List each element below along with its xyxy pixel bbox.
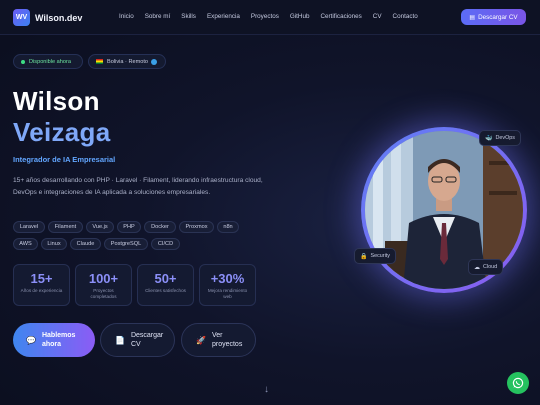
- nav-item-inicio[interactable]: Inicio: [119, 13, 134, 20]
- stat-label: Proyectos completados: [90, 288, 117, 299]
- role-title: Integrador de IA Empresarial: [13, 155, 116, 164]
- status-dot-icon: [21, 59, 25, 64]
- nav-item-certificaciones[interactable]: Certificaciones: [320, 13, 361, 20]
- skill-chip: PHP: [117, 221, 141, 233]
- stat-card: 15+ Años de experiencia: [13, 264, 70, 306]
- first-name: Wilson: [13, 86, 100, 116]
- whatsapp-icon: [512, 377, 524, 389]
- download-cv-button[interactable]: ▤ Descargar CV: [461, 9, 526, 25]
- whale-icon: 🐳: [485, 135, 493, 142]
- logo-badge: WV: [13, 9, 30, 26]
- nav-item-sobre-mi[interactable]: Sobre mí: [145, 13, 171, 20]
- skill-chip: Linux: [41, 238, 67, 250]
- skill-chip: Vue.js: [86, 221, 114, 233]
- logo-text: Wilson.dev: [35, 12, 83, 23]
- hero-description: 15+ años desarrollando con PHP · Laravel…: [13, 177, 263, 196]
- devops-tag: 🐳 DevOps: [479, 130, 521, 146]
- availability-badge: Disponible ahora: [13, 54, 83, 69]
- stat-value: +30%: [210, 271, 245, 286]
- devops-label: DevOps: [495, 135, 515, 141]
- rocket-icon: 🚀: [196, 335, 206, 345]
- stat-value: 100+: [88, 271, 119, 286]
- skill-chip: n8n: [217, 221, 239, 233]
- view-projects-button[interactable]: 🚀 Ver proyectos: [181, 323, 256, 357]
- skill-chip: CI/CD: [151, 238, 180, 250]
- skill-chip: AWS: [13, 238, 38, 250]
- globe-icon: [151, 58, 158, 65]
- skill-chip: Docker: [144, 221, 176, 233]
- lock-icon: 🔒: [360, 253, 368, 260]
- location-text: Bolivia · Remoto: [107, 58, 149, 65]
- download-cv-hero-label: Descargar CV: [130, 332, 164, 348]
- nav-item-experiencia[interactable]: Experiencia: [207, 13, 240, 20]
- download-cv-hero-button[interactable]: 📄 Descargar CV: [100, 323, 175, 357]
- scroll-down-arrow-icon[interactable]: ↓: [264, 384, 269, 395]
- document-icon: ▤: [469, 14, 476, 21]
- logo[interactable]: WV Wilson.dev: [13, 9, 82, 26]
- contact-now-button[interactable]: 💬 Hablemos ahora: [13, 323, 95, 357]
- skill-chip: Proxmox: [179, 221, 214, 233]
- cloud-tag: ☁ Cloud: [468, 259, 504, 275]
- stat-label: Mejora rendimiento web: [207, 288, 248, 299]
- nav-item-proyectos[interactable]: Proyectos: [251, 13, 279, 20]
- skill-chip: PostgreSQL: [104, 238, 148, 250]
- nav-item-cv[interactable]: CV: [373, 13, 382, 20]
- whatsapp-button[interactable]: [507, 372, 529, 394]
- security-tag: 🔒 Security: [354, 248, 396, 264]
- stat-card: 50+ Clientes satisfechos: [137, 264, 194, 306]
- document-icon: 📄: [115, 335, 125, 345]
- stat-value: 15+: [30, 271, 53, 286]
- bolivia-flag-icon: [96, 59, 103, 64]
- stat-label: Años de experiencia: [20, 288, 63, 293]
- download-cv-label: Descargar CV: [478, 13, 518, 21]
- security-label: Security: [370, 253, 390, 259]
- navbar: WV Wilson.dev Inicio Sobre mí Skills Exp…: [0, 0, 540, 35]
- nav-menu: Inicio Sobre mí Skills Experiencia Proye…: [119, 13, 429, 20]
- stat-card: 100+ Proyectos completados: [75, 264, 132, 306]
- skill-chip: Laravel: [13, 221, 45, 233]
- location-badge: Bolivia · Remoto: [88, 54, 166, 69]
- stat-card: +30% Mejora rendimiento web: [199, 264, 256, 306]
- cloud-label: Cloud: [483, 264, 498, 270]
- cloud-icon: ☁: [474, 264, 480, 271]
- stat-value: 50+: [154, 271, 177, 286]
- nav-item-contacto[interactable]: Contacto: [393, 13, 418, 20]
- skill-chip: Filament: [48, 221, 83, 233]
- chat-icon: 💬: [26, 335, 36, 345]
- contact-now-label: Hablemos ahora: [41, 332, 76, 348]
- availability-text: Disponible ahora: [29, 58, 71, 65]
- stat-label: Clientes satisfechos: [145, 288, 186, 293]
- last-name: Veizaga: [13, 117, 111, 147]
- nav-item-github[interactable]: GitHub: [290, 13, 310, 20]
- view-projects-label: Ver proyectos: [211, 332, 243, 348]
- skill-chip: Claude: [70, 238, 101, 250]
- nav-item-skills[interactable]: Skills: [181, 13, 196, 20]
